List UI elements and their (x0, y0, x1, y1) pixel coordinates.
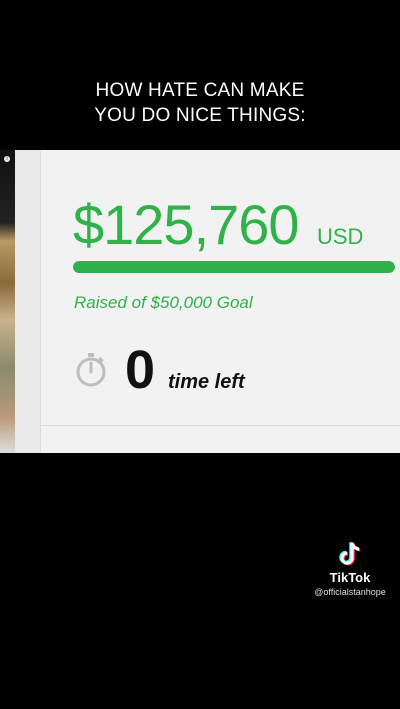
goal-text: Raised of $50,000 Goal (74, 293, 253, 312)
amount-raised-row: $125,760 USD (73, 190, 363, 260)
time-left-value: 0 (125, 340, 156, 400)
caption-line-2: YOU DO NICE THINGS: (94, 105, 306, 126)
tiktok-watermark: TikTok @officialstanhope (300, 540, 400, 598)
tiktok-handle: @officialstanhope (314, 587, 386, 597)
card-divider (41, 425, 400, 426)
tiktok-app-name: TikTok (329, 570, 371, 585)
stopwatch-icon (76, 353, 106, 387)
funding-progress-fill (73, 261, 395, 273)
caption-line-1: HOW HATE CAN MAKE (95, 80, 305, 101)
video-caption: HOW HATE CAN MAKE YOU DO NICE THINGS: (0, 78, 400, 128)
donation-card: $125,760 USD Raised of $50,000 Goal 0 ti… (40, 150, 400, 453)
currency-label: USD (317, 224, 364, 249)
cropped-campaign-image: i (0, 150, 15, 453)
amount-raised: $125,760 (73, 193, 300, 256)
time-left-row: 0 time left (73, 340, 393, 406)
time-left-label: time left (168, 371, 245, 393)
info-dot-icon: i (4, 156, 10, 162)
fundraiser-screenshot: i $125,760 USD Raised of $50,000 Goal 0 … (0, 150, 400, 453)
tiktok-logo-icon (339, 541, 361, 566)
funding-progress-bar (73, 261, 395, 273)
